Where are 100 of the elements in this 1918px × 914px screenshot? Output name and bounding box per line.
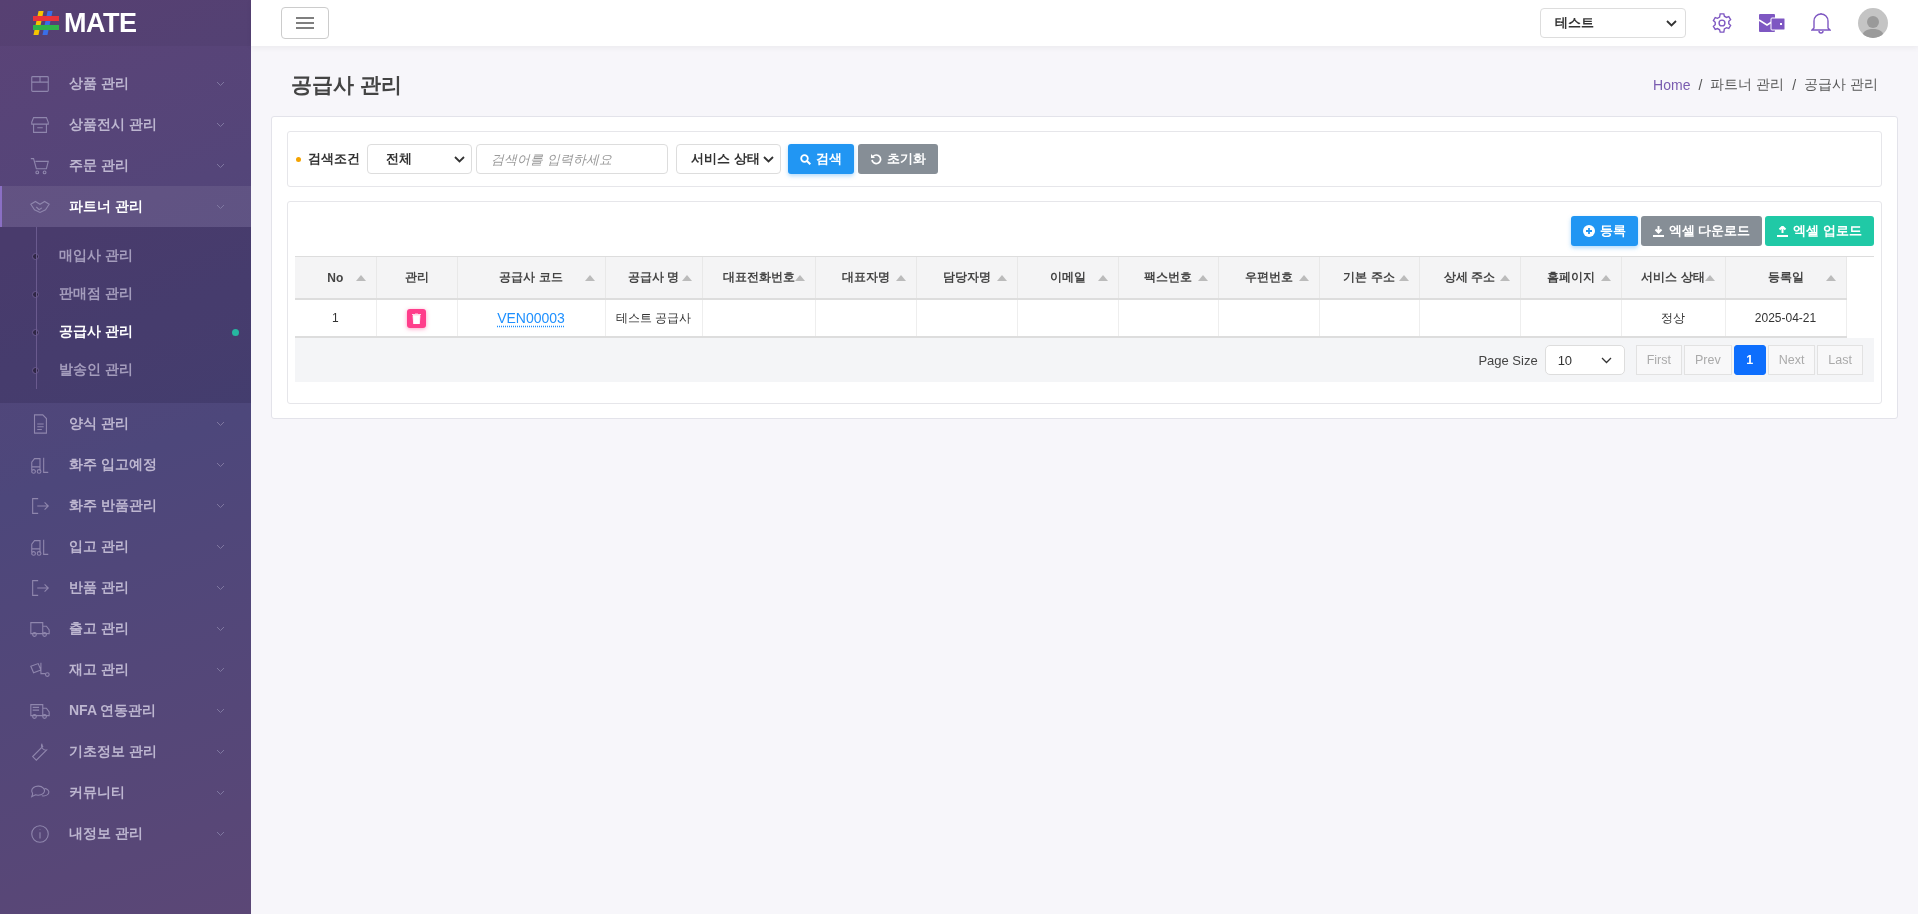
envelope-wallet-icon[interactable] bbox=[1759, 12, 1785, 34]
column-header[interactable]: 이메일 bbox=[1049, 269, 1086, 286]
sidebar-item[interactable]: 상품전시 관리 bbox=[0, 104, 251, 145]
avatar[interactable] bbox=[1858, 8, 1888, 38]
table-cell: 정상 bbox=[1661, 310, 1685, 325]
chevron-down-icon bbox=[216, 666, 225, 673]
column-header[interactable]: 공급사 코드 bbox=[499, 269, 563, 286]
search-label: 검색조건 bbox=[308, 150, 360, 168]
sort-icon[interactable] bbox=[1398, 274, 1409, 281]
table-cell: 테스트 공급사 bbox=[615, 310, 692, 325]
chevron-down-icon bbox=[216, 707, 225, 714]
sidebar-item[interactable]: 파트너 관리 bbox=[0, 186, 251, 227]
info-icon bbox=[29, 822, 51, 845]
upload-icon bbox=[1777, 225, 1789, 237]
download-icon bbox=[1652, 225, 1664, 237]
chevron-down-icon bbox=[216, 789, 225, 796]
required-dot bbox=[296, 156, 301, 162]
chevron-down-icon bbox=[216, 625, 225, 632]
column-header[interactable]: 대표자명 bbox=[841, 269, 890, 286]
sidebar-item[interactable]: 출고 관리 bbox=[0, 608, 251, 649]
sort-icon[interactable] bbox=[996, 274, 1007, 281]
column-header[interactable]: 담당자명 bbox=[942, 269, 991, 286]
sort-icon[interactable] bbox=[895, 274, 906, 281]
submenu-item[interactable]: 공급사 관리 bbox=[0, 313, 251, 351]
sidebar-item[interactable]: 화주 입고예정 bbox=[0, 444, 251, 485]
column-header[interactable]: 등록일 bbox=[1767, 269, 1804, 286]
chevron-down-icon bbox=[1600, 356, 1612, 364]
sort-icon[interactable] bbox=[584, 274, 595, 281]
chevron-down-icon bbox=[216, 80, 225, 87]
register-button[interactable]: 등록 bbox=[1570, 216, 1638, 246]
chevron-down-icon bbox=[216, 162, 225, 169]
chevron-down-icon bbox=[216, 203, 225, 210]
submenu-item[interactable]: 매입사 관리 bbox=[0, 237, 251, 275]
search-icon bbox=[800, 153, 811, 165]
caret-icon bbox=[763, 155, 774, 163]
chevron-down-icon bbox=[216, 830, 225, 837]
chevron-down-icon bbox=[216, 584, 225, 591]
search-button[interactable]: 검색 bbox=[788, 144, 854, 174]
sort-icon[interactable] bbox=[1499, 274, 1510, 281]
chevron-down-icon bbox=[216, 502, 225, 509]
sort-icon[interactable] bbox=[1097, 274, 1108, 281]
sort-icon[interactable] bbox=[794, 274, 805, 281]
bell-icon[interactable] bbox=[1811, 12, 1831, 34]
breadcrumb-item: 파트너 관리 bbox=[1710, 76, 1785, 94]
page-button[interactable]: 1 bbox=[1733, 345, 1766, 375]
table-cell: 1 bbox=[331, 311, 339, 325]
sidebar-item[interactable]: NFA 연동관리 bbox=[0, 690, 251, 731]
sidebar-item[interactable]: 상품 관리 bbox=[0, 63, 251, 104]
sidebar-item[interactable]: 재고 관리 bbox=[0, 649, 251, 690]
sort-icon[interactable] bbox=[355, 274, 366, 281]
sidebar-item[interactable]: 화주 반품관리 bbox=[0, 485, 251, 526]
submenu-item[interactable]: 발송인 관리 bbox=[0, 351, 251, 389]
supplier-code-link[interactable]: VEN00003 bbox=[497, 310, 565, 326]
column-header[interactable]: 관리 bbox=[404, 269, 429, 286]
chevron-down-icon bbox=[216, 748, 225, 755]
chevron-down-icon bbox=[216, 420, 225, 427]
column-header[interactable]: 팩스번호 bbox=[1144, 269, 1192, 286]
sidebar-item[interactable]: 양식 관리 bbox=[0, 403, 251, 444]
column-header[interactable]: No bbox=[327, 270, 344, 285]
status-select[interactable]: 서비스 상태 bbox=[676, 144, 781, 174]
search-field[interactable]: 검색어를 입력하세요 bbox=[476, 144, 668, 174]
delete-button[interactable] bbox=[407, 308, 426, 328]
excel-download-button[interactable]: 엑셀 다운로드 bbox=[1640, 216, 1763, 246]
logo-text: MATE bbox=[64, 7, 137, 39]
chevron-down-icon bbox=[216, 543, 225, 550]
condition-select[interactable]: 전체 bbox=[367, 144, 472, 174]
column-header[interactable]: 우편번호 bbox=[1244, 269, 1293, 286]
breadcrumb-link[interactable]: Home bbox=[1653, 77, 1691, 93]
submenu-item[interactable]: 판매점 관리 bbox=[0, 275, 251, 313]
sidebar-item[interactable]: 입고 관리 bbox=[0, 526, 251, 567]
caret-icon bbox=[1666, 19, 1677, 27]
sort-icon[interactable] bbox=[1600, 274, 1611, 281]
hash-logo-icon bbox=[32, 9, 60, 37]
caret-icon bbox=[454, 155, 465, 163]
breadcrumb-separator: / bbox=[1698, 77, 1703, 93]
menu-button[interactable] bbox=[281, 7, 329, 39]
page-size-select[interactable]: 10 bbox=[1544, 345, 1625, 375]
sidebar-item[interactable]: 커뮤니티 bbox=[0, 772, 251, 813]
sort-icon[interactable] bbox=[1825, 274, 1836, 281]
chevron-down-icon bbox=[216, 461, 225, 468]
sort-icon[interactable] bbox=[1704, 274, 1715, 281]
trash-icon bbox=[412, 312, 421, 324]
sort-icon[interactable] bbox=[681, 274, 692, 281]
column-header[interactable]: 홈페이지 bbox=[1546, 269, 1595, 286]
company-select[interactable]: 테스트 bbox=[1540, 8, 1686, 38]
reset-button[interactable]: 초기화 bbox=[858, 144, 938, 174]
sort-icon[interactable] bbox=[1197, 274, 1208, 281]
active-dot bbox=[232, 328, 239, 336]
page-size-label: Page Size bbox=[1478, 352, 1538, 368]
sidebar-item[interactable]: 반품 관리 bbox=[0, 567, 251, 608]
breadcrumb-item: 공급사 관리 bbox=[1804, 76, 1878, 94]
sort-icon[interactable] bbox=[1298, 274, 1309, 281]
sidebar-item[interactable]: 내정보 관리 bbox=[0, 813, 251, 854]
settings-icon[interactable] bbox=[1711, 12, 1733, 34]
sidebar-item[interactable]: 기초정보 관리 bbox=[0, 731, 251, 772]
hamburger-icon bbox=[296, 17, 314, 29]
page-title: 공급사 관리 bbox=[291, 72, 402, 98]
sidebar-item[interactable]: 주문 관리 bbox=[0, 145, 251, 186]
chevron-down-icon bbox=[216, 121, 225, 128]
breadcrumb-separator: / bbox=[1792, 77, 1797, 93]
